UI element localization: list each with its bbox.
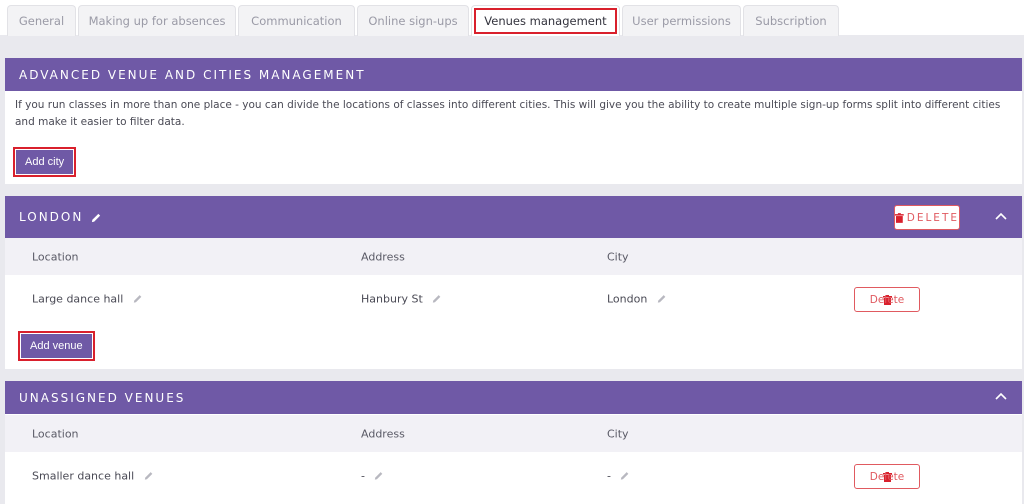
address-value: - [361,469,365,483]
table-row: Smaller dance hall - - Delete [5,454,1022,498]
column-header: Location [32,427,79,440]
pencil-icon[interactable] [620,471,630,481]
pencil-icon[interactable] [133,294,143,304]
chevron-up-icon[interactable] [994,390,1008,404]
tab-label: General [18,14,65,28]
column-header: Location [32,250,79,263]
add-city-button[interactable]: Add city [16,150,74,174]
address-value: Hanbury St [361,292,423,306]
pencil-icon[interactable] [91,212,102,223]
tab-general[interactable]: General [7,5,76,36]
city-title: LONDON [19,210,84,224]
delete-city-button[interactable]: Delete [894,205,960,230]
add-venue-highlight: Add venue [18,331,95,361]
tab-label: Online sign-ups [368,14,458,28]
delete-venue-button[interactable]: Delete [854,464,920,489]
column-header: Address [361,250,405,263]
table-header: Location Address City [5,415,1022,452]
trash-icon [895,212,904,223]
tab-label: Communication [251,14,342,28]
location-value: Large dance hall [32,292,124,306]
unassigned-venues-card: UNASSIGNED VENUES Location Address City … [5,381,1022,504]
add-city-highlight: Add city [13,147,77,177]
tab-making-up-for-absences[interactable]: Making up for absences [78,5,236,36]
pencil-icon[interactable] [374,471,384,481]
advanced-management-card: ADVANCED VENUE AND CITIES MANAGEMENT If … [5,58,1022,184]
tab-communication[interactable]: Communication [238,5,355,36]
city-card-london: LONDON Delete Location Address City Larg… [5,196,1022,369]
tab-label: User permissions [632,14,731,28]
location-cell: Large dance hall [32,293,143,306]
delete-label: Delete [906,211,959,224]
city-cell: London [607,293,667,306]
advanced-description: If you run classes in more than one plac… [15,99,1001,128]
card-header: UNASSIGNED VENUES [5,381,1022,414]
delete-venue-button[interactable]: Delete [854,287,920,312]
pencil-icon[interactable] [432,294,442,304]
tab-subscription[interactable]: Subscription [743,5,839,36]
column-header: City [607,250,629,263]
tab-user-permissions[interactable]: User permissions [622,5,741,36]
address-cell: - [361,470,384,483]
tab-online-sign-ups[interactable]: Online sign-ups [357,5,469,36]
table-header: Location Address City [5,238,1022,275]
card-header: ADVANCED VENUE AND CITIES MANAGEMENT [5,58,1022,91]
card-title: ADVANCED VENUE AND CITIES MANAGEMENT [19,67,366,82]
settings-tabs: General Making up for absences Communica… [0,0,1024,36]
delete-label: Delete [869,470,905,483]
card-title: UNASSIGNED VENUES [19,390,186,405]
address-cell: Hanbury St [361,293,442,306]
location-cell: Smaller dance hall [32,470,154,483]
card-header: LONDON Delete [5,196,1022,238]
column-header: City [607,427,629,440]
delete-label: Delete [869,293,905,306]
tab-venues-management[interactable]: Venues management [471,5,620,36]
city-cell: - [607,470,630,483]
tab-label: Subscription [755,14,827,28]
tab-label: Venues management [474,8,617,34]
table-row: Large dance hall Hanbury St London Delet… [5,277,1022,321]
add-venue-button[interactable]: Add venue [21,334,92,358]
column-header: Address [361,427,405,440]
chevron-up-icon[interactable] [994,210,1008,224]
pencil-icon[interactable] [657,294,667,304]
tab-label: Making up for absences [88,14,226,28]
location-value: Smaller dance hall [32,469,135,483]
city-value: London [607,292,648,306]
city-value: - [607,469,611,483]
pencil-icon[interactable] [144,471,154,481]
